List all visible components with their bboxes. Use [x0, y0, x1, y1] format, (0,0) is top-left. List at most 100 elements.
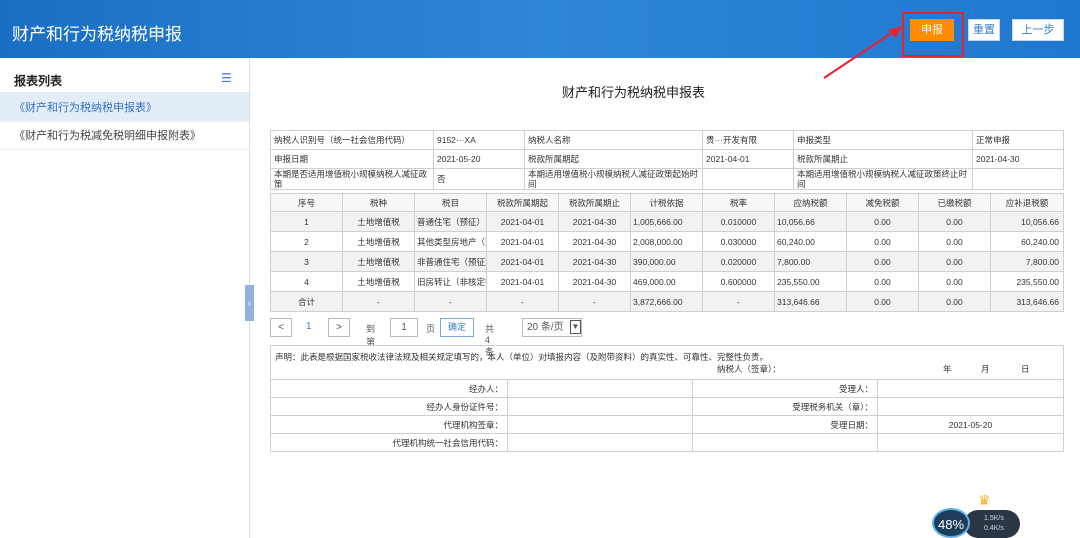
table-row: 4 土地增值税 旧房转让（非核定征收） 2021-04-01 2021-04-3…: [270, 271, 1064, 292]
info-value: 正常申报: [972, 130, 1064, 150]
table-cell: 2021-04-01: [486, 251, 559, 272]
sidebar: 报表列表 ☰ 《财产和行为税纳税申报表》 《财产和行为税减免税明细申报附表》: [0, 58, 250, 538]
table-cell: 3: [270, 251, 343, 272]
info-value: [702, 168, 794, 190]
goto-page-input[interactable]: 1: [390, 318, 418, 337]
table-cell: -: [414, 291, 487, 312]
declaration-table: 声明：此表是根据国家税收法律法规及相关规定填写的，本人（单位）对填报内容（及附带…: [269, 345, 1065, 452]
table-cell: 3,872,666.00: [630, 291, 703, 312]
table-cell: 0.00: [918, 271, 991, 292]
goto-confirm-button[interactable]: 确定: [440, 318, 474, 337]
sidebar-item-main-form[interactable]: 《财产和行为税纳税申报表》: [0, 94, 249, 122]
table-cell: 0.030000: [702, 231, 775, 252]
table-cell: 7,800.00: [990, 251, 1064, 272]
page-size-value: 20 条/页: [527, 322, 564, 333]
info-label: 税款所属期止: [793, 149, 973, 169]
info-value: 2021-04-01: [702, 149, 794, 169]
table-cell: 313,646.66: [990, 291, 1064, 312]
column-header: 应纳税额: [774, 193, 847, 212]
column-header: 税率: [702, 193, 775, 212]
info-value: 贵···开发有限: [702, 130, 794, 150]
table-cell: 0.00: [918, 211, 991, 232]
column-header: 减免税额: [846, 193, 919, 212]
table-cell: 235,550.00: [774, 271, 847, 292]
download-speed: 0.4K/s: [984, 525, 1004, 532]
crown-icon: ♛: [978, 492, 991, 508]
info-label: 本期是否适用增值税小规模纳税人减征政策: [270, 168, 434, 190]
table-cell: 0.00: [846, 251, 919, 272]
declaration-statement: 声明：此表是根据国家税收法律法规及相关规定填写的，本人（单位）对填报内容（及附带…: [275, 352, 769, 362]
table-cell: -: [558, 291, 631, 312]
layers-icon[interactable]: ☰: [221, 71, 232, 85]
empty-cell: [876, 433, 1065, 452]
chevron-down-icon: ▼: [570, 320, 581, 334]
receiver-label: 受理人：: [692, 379, 878, 398]
sidebar-title: 报表列表: [14, 74, 63, 88]
table-cell: 土地增值税: [342, 211, 415, 232]
column-header: 税款所属期止: [558, 193, 631, 212]
info-label: 本期适用增值税小规模纳税人减征政策终止时间: [793, 168, 973, 190]
network-speed-widget[interactable]: ♛ 1.5K/s 0.4K/s 48%: [930, 492, 1022, 538]
handler-label: 经办人：: [270, 379, 508, 398]
reset-button[interactable]: 重置: [968, 19, 1000, 41]
table-cell: 合计: [270, 291, 343, 312]
table-cell: -: [486, 291, 559, 312]
collapse-sidebar-handle[interactable]: ‹: [245, 285, 254, 321]
column-header: 税种: [342, 193, 415, 212]
tax-office-label: 受理税务机关（章）：: [692, 397, 878, 416]
table-cell: 非普通住宅（预征）: [414, 251, 487, 272]
info-value: 否: [433, 168, 525, 190]
empty-cell: [692, 433, 878, 452]
table-cell: 2021-04-30: [558, 211, 631, 232]
table-cell: 0.00: [846, 271, 919, 292]
tax-office-field: [876, 397, 1065, 416]
table-row: 3 土地增值税 非普通住宅（预征） 2021-04-01 2021-04-30 …: [270, 251, 1064, 272]
highlight-box: [902, 12, 964, 57]
taxpayer-signature-label: 纳税人（签章）：: [717, 364, 781, 374]
handler-id-field: [507, 397, 693, 416]
page-size-select[interactable]: 20 条/页 ▼: [522, 318, 582, 337]
agency-code-label: 代理机构统一社会信用代码：: [270, 433, 508, 452]
agency-seal-label: 代理机构签章：: [270, 415, 508, 434]
date-year-label: 年: [943, 364, 952, 374]
usage-percent: 48%: [932, 508, 970, 538]
table-cell: 0.00: [846, 291, 919, 312]
form-title: 财产和行为税纳税申报表: [562, 85, 706, 100]
info-value: [972, 168, 1064, 190]
table-cell: 0.020000: [702, 251, 775, 272]
next-page-button[interactable]: >: [328, 318, 350, 337]
table-cell: 0.600000: [702, 271, 775, 292]
page-title: 财产和行为税纳税申报: [12, 25, 182, 44]
info-label: 申报类型: [793, 130, 973, 150]
upload-speed: 1.5K/s: [984, 515, 1004, 522]
column-header: 序号: [270, 193, 343, 212]
info-label: 纳税人识别号（统一社会信用代码）: [270, 130, 434, 150]
agency-seal-field: [507, 415, 693, 434]
previous-step-button[interactable]: 上一步: [1012, 19, 1064, 41]
table-cell: 60,240.00: [990, 231, 1064, 252]
info-label: 税款所属期起: [524, 149, 703, 169]
sidebar-header: 报表列表 ☰: [0, 58, 249, 94]
table-cell: -: [702, 291, 775, 312]
table-cell: 60,240.00: [774, 231, 847, 252]
table-cell: 0.00: [918, 231, 991, 252]
current-page[interactable]: 1: [306, 321, 312, 332]
column-header: 已缴税额: [918, 193, 991, 212]
sidebar-item-relief-form[interactable]: 《财产和行为税减免税明细申报附表》: [0, 122, 249, 150]
table-cell: 2021-04-01: [486, 231, 559, 252]
table-cell: 0.00: [918, 251, 991, 272]
table-cell: 2021-04-01: [486, 271, 559, 292]
table-cell: 235,550.00: [990, 271, 1064, 292]
table-cell: 土地增值税: [342, 231, 415, 252]
table-cell: 2021-04-30: [558, 251, 631, 272]
table-cell: 2: [270, 231, 343, 252]
info-label: 申报日期: [270, 149, 434, 169]
table-cell: 390,000.00: [630, 251, 703, 272]
accept-date-value: 2021-05-20: [876, 415, 1065, 434]
table-cell: 2021-04-30: [558, 231, 631, 252]
table-cell: 313,646.66: [774, 291, 847, 312]
table-cell: 土地增值税: [342, 251, 415, 272]
prev-page-button[interactable]: <: [270, 318, 292, 337]
speed-pill: 1.5K/s 0.4K/s: [964, 510, 1020, 538]
table-cell: 7,800.00: [774, 251, 847, 272]
